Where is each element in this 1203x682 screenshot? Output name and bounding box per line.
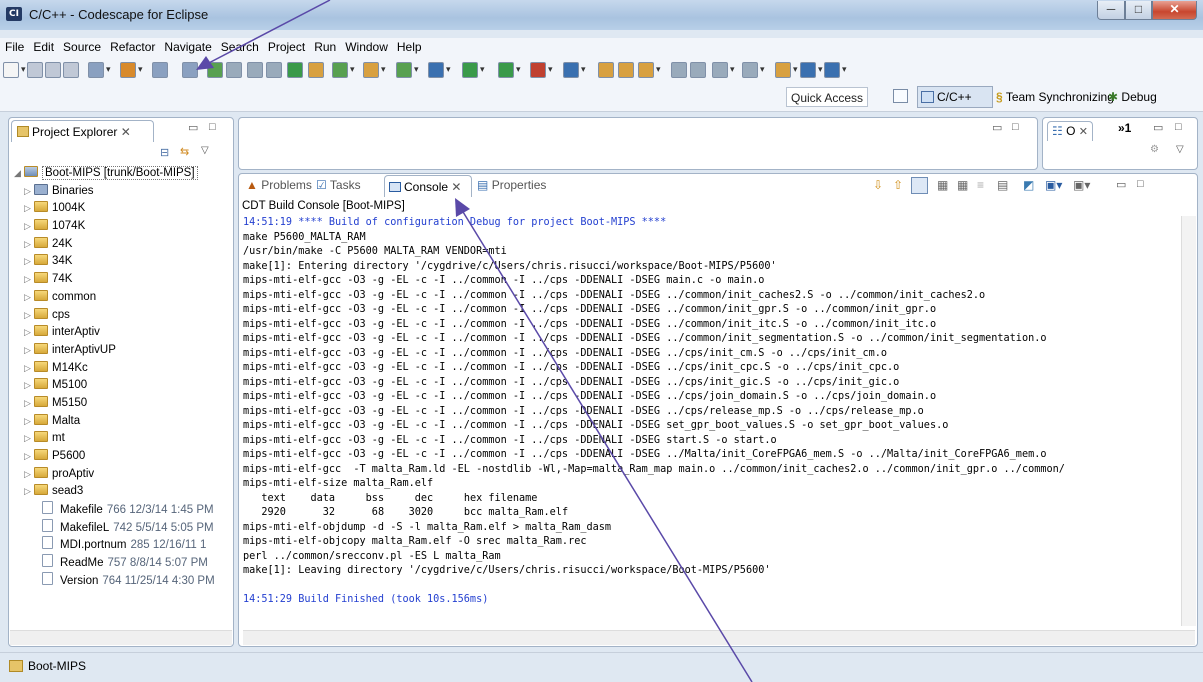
arrow-line-top [202, 0, 331, 67]
arrow-line-bottom [459, 206, 753, 682]
annotation-arrows [196, 0, 753, 682]
arrow-head-bottom [455, 198, 470, 217]
arrow-head-top [196, 56, 214, 70]
